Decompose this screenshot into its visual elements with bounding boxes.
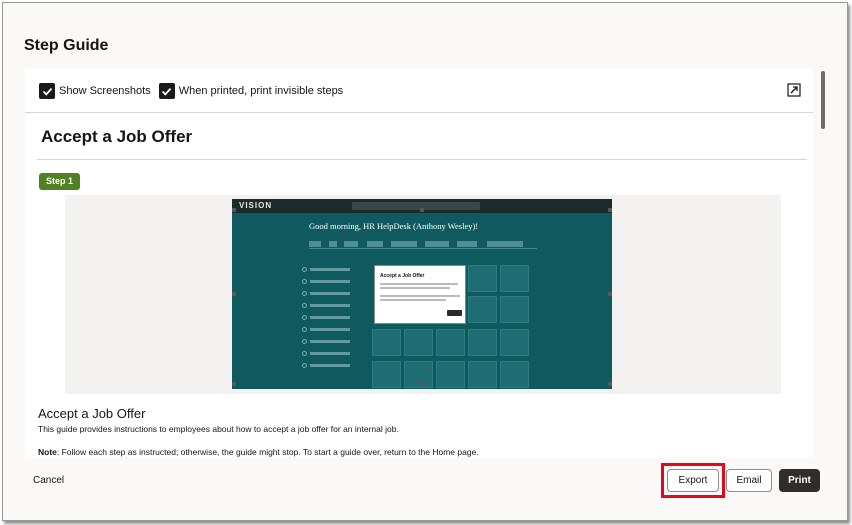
screenshot-popup: Accept a Job Offer — [374, 265, 466, 324]
checkmark-icon — [162, 87, 172, 96]
vertical-scrollbar[interactable] — [821, 71, 825, 129]
cancel-button[interactable]: Cancel — [33, 475, 64, 486]
step-description: This guide provides instructions to empl… — [38, 424, 399, 434]
open-in-new-window-icon[interactable] — [787, 83, 801, 97]
divider — [37, 159, 807, 160]
guide-title: Accept a Job Offer — [41, 127, 193, 146]
print-invisible-steps-label: When printed, print invisible steps — [178, 85, 344, 97]
email-button[interactable]: Email — [726, 469, 772, 492]
checkmark-icon — [42, 87, 52, 96]
step-guide-dialog: Step Guide Show Screenshots When printed… — [2, 2, 848, 521]
export-highlight-box — [661, 463, 725, 498]
show-screenshots-label: Show Screenshots — [59, 85, 151, 97]
screenshot-app-logo: VISION — [239, 201, 273, 210]
step-screenshot: VISION Good morning, HR HelpDesk (Anthon… — [232, 199, 612, 389]
options-row: Show Screenshots When printed, print inv… — [39, 82, 351, 100]
screenshot-popup-button — [447, 310, 462, 316]
screenshot-search-bar — [352, 202, 480, 210]
screenshot-tabs — [309, 241, 537, 249]
step-heading: Accept a Job Offer — [38, 406, 146, 421]
print-invisible-steps-checkbox[interactable] — [158, 83, 175, 99]
screenshot-greeting: Good morning, HR HelpDesk (Anthony Wesle… — [309, 221, 479, 231]
show-screenshots-checkbox[interactable] — [39, 83, 55, 99]
divider — [25, 112, 813, 113]
dialog-title: Step Guide — [24, 37, 109, 54]
note-text: : Follow each step as instructed; otherw… — [56, 447, 479, 457]
screenshot-popup-title: Accept a Job Offer — [380, 273, 425, 279]
print-button[interactable]: Print — [779, 469, 820, 492]
guide-content-panel: Show Screenshots When printed, print inv… — [25, 69, 813, 457]
step-screenshot-container: VISION Good morning, HR HelpDesk (Anthon… — [65, 195, 781, 394]
note-label: Note — [38, 447, 57, 457]
step-note: Note: Follow each step as instructed; ot… — [38, 447, 479, 457]
step-badge: Step 1 — [39, 173, 81, 190]
